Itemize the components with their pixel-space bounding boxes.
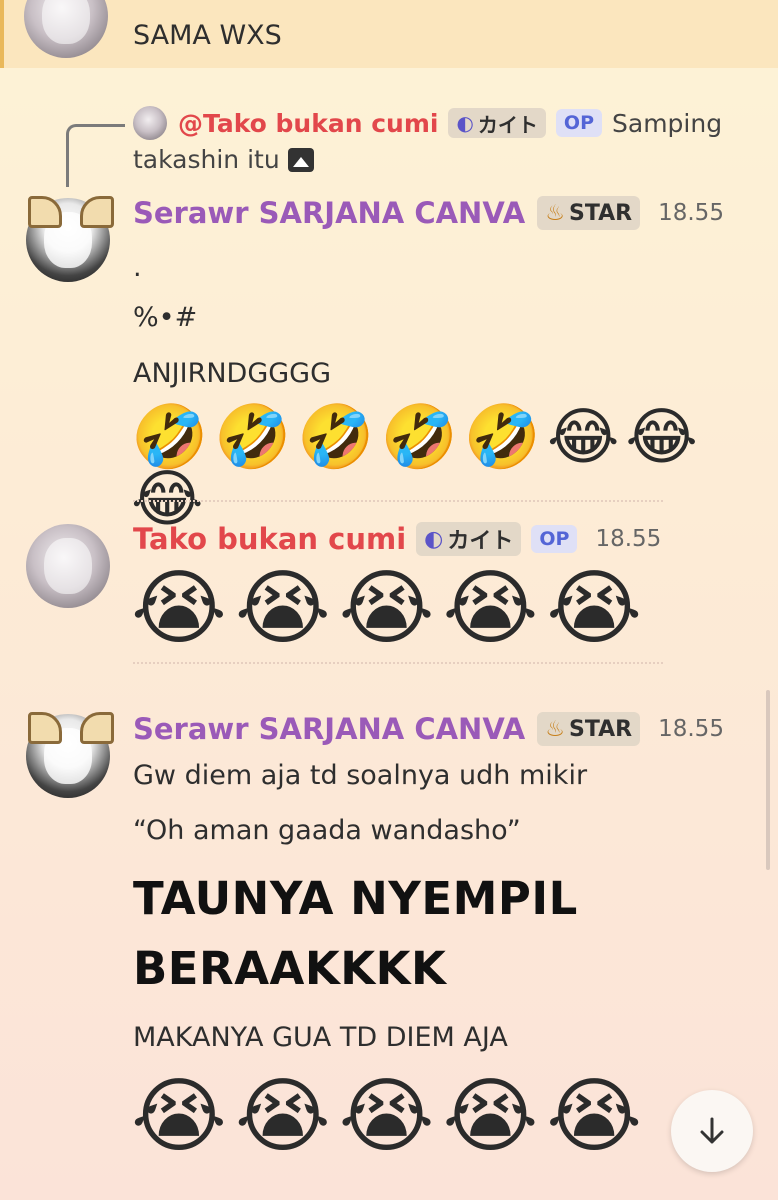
divider [133, 500, 663, 502]
author-name[interactable]: Tako bukan cumi [133, 522, 406, 556]
role-tag: ◐ カイト [448, 108, 546, 138]
message-header: Serawr SARJANA CANVA ♨ STAR 18.55 [133, 196, 724, 230]
timestamp: 18.55 [658, 200, 724, 226]
message-line: ANJIRNDGGGG [133, 358, 332, 389]
reply-connector [66, 124, 125, 187]
highlighted-message [0, 0, 778, 68]
message-line: Gw diem aja td soalnya udh mikir [133, 760, 588, 791]
role-tag: ♨ STAR [537, 196, 641, 230]
arrow-down-icon [700, 1117, 724, 1144]
op-badge: OP [555, 109, 602, 137]
emoji-row: 😭😭😭😭😭 [131, 1069, 651, 1164]
reply-avatar[interactable] [133, 106, 167, 140]
reply-mention[interactable]: @Tako bukan cumi [178, 109, 438, 138]
moon-icon: ◐ [456, 111, 474, 135]
message-line: MAKANYA GUA TD DIEM AJA [133, 1022, 508, 1053]
role-tag: ◐ カイト [416, 522, 522, 556]
reply-preview: Samping [612, 108, 723, 138]
message-line: “Oh aman gaada wandasho” [133, 815, 521, 846]
message-heading: TAUNYA NYEMPIL [133, 872, 578, 925]
flame-icon: ♨ [545, 716, 565, 742]
avatar[interactable] [26, 524, 110, 608]
reply-header[interactable]: @Tako bukan cumi ◐ カイト OP Samping [178, 108, 722, 138]
scrollbar[interactable] [766, 690, 770, 870]
emoji-row: 😭😭😭😭😭 [131, 561, 651, 656]
message-header: Serawr SARJANA CANVA ♨ STAR 18.55 [133, 712, 724, 746]
reply-preview-line2[interactable]: takashin itu [133, 145, 314, 174]
timestamp: 18.55 [658, 716, 724, 742]
op-badge: OP [531, 525, 578, 553]
author-name[interactable]: Serawr SARJANA CANVA [133, 196, 525, 230]
message-text: SAMA WXS [133, 20, 282, 51]
moon-icon: ◐ [424, 526, 444, 552]
flame-icon: ♨ [545, 200, 565, 226]
timestamp: 18.55 [595, 526, 662, 552]
message-line: . [133, 252, 142, 283]
divider [133, 662, 663, 664]
message-line: %•# [133, 302, 198, 333]
author-name[interactable]: Serawr SARJANA CANVA [133, 712, 525, 746]
scroll-to-bottom-button[interactable] [671, 1090, 753, 1172]
message-heading: BERAAKKKK [133, 942, 447, 995]
emoji-row: 🤣🤣🤣🤣🤣😂😂😂 [131, 400, 704, 535]
message-header: Tako bukan cumi ◐ カイト OP 18.55 [133, 522, 661, 556]
role-tag: ♨ STAR [537, 712, 641, 746]
image-icon [287, 147, 314, 172]
